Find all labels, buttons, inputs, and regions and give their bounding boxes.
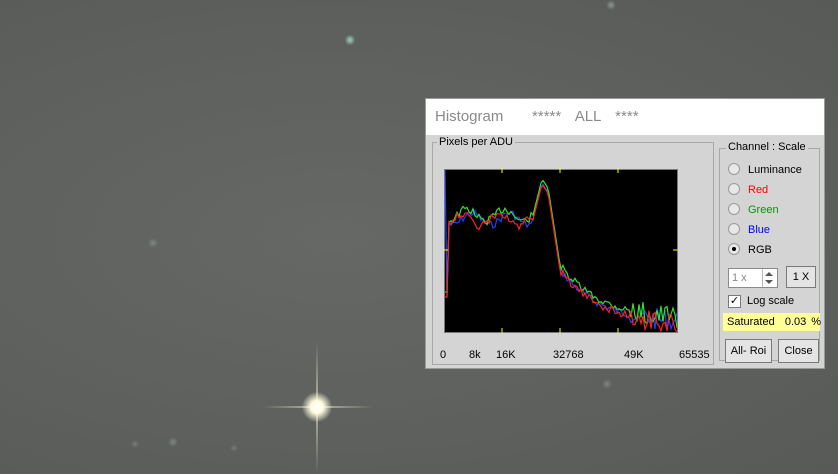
radio-button[interactable] (728, 203, 740, 215)
x-label-32768: 32768 (553, 349, 584, 361)
star (148, 238, 158, 248)
radio-label: RGB (748, 244, 772, 256)
radio-label: Green (748, 204, 779, 216)
bright-star (302, 392, 332, 422)
radio-button[interactable] (728, 163, 740, 175)
channel-group-label: Channel : Scale (726, 141, 808, 153)
radio-label: Red (748, 184, 769, 196)
window-title[interactable]: Histogram ***** ALL **** (426, 99, 824, 135)
star (602, 379, 612, 389)
saturated-value: 0.03 % (784, 316, 822, 328)
zoom-value: 1 x (732, 272, 747, 284)
radio-button[interactable] (728, 243, 740, 255)
log-scale-checkbox[interactable]: ✓ (728, 295, 741, 308)
histogram-plot-group: Pixels per ADU 0 8k 16K 32768 49K 65535 (432, 136, 714, 365)
axis-ticks (443, 168, 678, 333)
saturated-status: Saturated 0.03 % (723, 313, 822, 331)
x-label-0: 0 (440, 349, 447, 361)
x-label-16k: 16K (496, 349, 516, 361)
star (345, 35, 355, 45)
star (230, 444, 238, 452)
histogram-window: Histogram ***** ALL **** Pixels per ADU … (425, 98, 825, 369)
close-button[interactable]: Close (778, 339, 819, 363)
star (168, 437, 178, 447)
star (606, 0, 616, 10)
radio-button[interactable] (728, 223, 740, 235)
radio-label: Blue (748, 224, 771, 236)
zoom-reset-button[interactable]: 1 X (786, 266, 816, 288)
star (131, 440, 139, 448)
zoom-spinner[interactable]: 1 x (728, 268, 778, 288)
x-label-8k: 8k (469, 349, 481, 361)
log-scale-label: Log scale (747, 295, 795, 307)
saturated-label: Saturated (727, 316, 775, 328)
all-roi-button[interactable]: All- Roi (725, 339, 772, 363)
radio-label: Luminance (748, 164, 802, 176)
spinner-buttons[interactable] (762, 269, 777, 287)
x-label-49k: 49K (624, 349, 644, 361)
spin-up-icon[interactable] (765, 272, 773, 276)
radio-button[interactable] (728, 183, 740, 195)
x-label-65535: 65535 (679, 349, 710, 361)
spin-down-icon[interactable] (765, 280, 773, 284)
